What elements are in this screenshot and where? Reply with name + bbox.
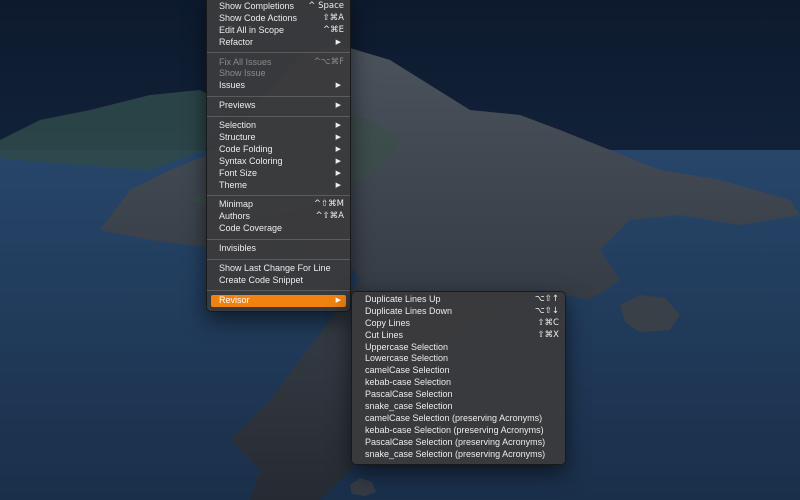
menu-item-code-folding[interactable]: Code Folding ▶ [207,144,350,156]
menu-item-label: snake_case Selection [365,401,453,412]
submenu-arrow-icon: ▶ [335,121,341,130]
menu-item-label: Font Size [219,167,258,178]
submenu-arrow-icon: ▶ [335,37,341,46]
submenu-arrow-icon: ▶ [335,156,341,165]
menu-separator [207,52,350,54]
menu-item-label: Theme [219,179,248,190]
submenu-arrow-icon: ▶ [335,81,341,90]
submenu-item-lowercase-selection[interactable]: Lowercase Selection [352,353,565,365]
menu-separator [207,258,350,260]
menu-item-label: Issues [219,80,246,91]
submenu-item-pascalcase-selection[interactable]: PascalCase Selection [352,389,565,401]
menu-item-label: Cut Lines [365,329,404,340]
menu-item-label: camelCase Selection [365,365,450,376]
menu-item-label: Code Folding [219,143,273,154]
menu-item-label: Revisor [219,294,250,305]
menu-item-selection[interactable]: Selection ▶ [207,120,350,132]
menu-item-authors[interactable]: Authors ^⇧⌘A [207,211,350,223]
menu-item-label: camelCase Selection (preserving Acronyms… [365,412,543,423]
menu-separator [207,95,350,97]
menu-item-label: Fix All Issues [219,56,272,67]
menu-item-label: Copy Lines [365,317,411,328]
menu-item-label: Refactor [219,36,254,47]
submenu-item-duplicate-lines-up[interactable]: Duplicate Lines Up ⌥⇧↑ [352,294,565,306]
menu-item-invisibles[interactable]: Invisibles [207,243,350,255]
menu-item-label: Authors [219,211,251,222]
revisor-submenu: Duplicate Lines Up ⌥⇧↑ Duplicate Lines Dow… [351,291,566,466]
keyboard-shortcut: ⌥⇧↓ [534,305,559,316]
menu-item-label: Previews [219,100,256,111]
menu-item-font-size[interactable]: Font Size ▶ [207,168,350,180]
menu-item-label: kebab-case Selection [365,377,452,388]
menu-separator [207,238,350,240]
menu-item-label: snake_case Selection (preserving Acronym… [365,448,546,459]
menu-separator [207,194,350,196]
menu-item-revisor[interactable]: Revisor ▶ [211,294,346,307]
menu-item-label: Uppercase Selection [365,341,449,352]
submenu-arrow-icon: ▶ [335,168,341,177]
editor-context-menu: Show Completions ^ Space Show Code Actions… [206,0,351,312]
keyboard-shortcut: ^⇧⌘A [315,211,344,222]
submenu-item-kebab-case-selection-preserving-acronyms[interactable]: kebab-case Selection (preserving Acronym… [352,425,565,437]
menu-item-show-completions[interactable]: Show Completions ^ Space [207,1,350,13]
menu-item-label: Structure [219,132,256,143]
keyboard-shortcut: ⇧⌘A [322,12,344,23]
keyboard-shortcut: ^⌥⌘F [313,56,344,67]
menu-item-label: PascalCase Selection [365,389,453,400]
menu-item-label: Lowercase Selection [365,353,449,364]
keyboard-shortcut: ⌥⇧↑ [534,294,559,304]
menu-item-create-code-snippet[interactable]: Create Code Snippet [207,275,350,287]
submenu-item-camelcase-selection[interactable]: camelCase Selection [352,365,565,377]
menu-item-label: Duplicate Lines Up [365,294,441,304]
menu-item-show-code-actions[interactable]: Show Code Actions ⇧⌘A [207,13,350,25]
submenu-item-pascalcase-selection-preserving-acronyms[interactable]: PascalCase Selection (preserving Acronym… [352,437,565,449]
submenu-item-snake-case-selection-preserving-acronyms[interactable]: snake_case Selection (preserving Acronym… [352,449,565,461]
menu-item-code-coverage[interactable]: Code Coverage [207,223,350,235]
keyboard-shortcut: ^⌘E [323,24,344,35]
menu-item-label: Syntax Coloring [219,155,283,166]
menu-item-label: Show Completions [219,1,295,11]
menu-item-label: Code Coverage [219,223,283,234]
menu-item-previews[interactable]: Previews ▶ [207,100,350,112]
keyboard-shortcut: ^⇧⌘M [313,199,344,210]
menu-item-label: Invisibles [219,243,257,254]
submenu-item-snake-case-selection[interactable]: snake_case Selection [352,401,565,413]
keyboard-shortcut: ^ Space [308,1,344,11]
submenu-arrow-icon: ▶ [335,133,341,142]
menu-item-structure[interactable]: Structure ▶ [207,132,350,144]
menu-item-label: Selection [219,120,257,131]
menu-item-label: Minimap [219,199,254,210]
menu-item-label: Duplicate Lines Down [365,305,453,316]
submenu-item-camelcase-selection-preserving-acronyms[interactable]: camelCase Selection (preserving Acronyms… [352,413,565,425]
submenu-arrow-icon: ▶ [335,101,341,110]
menu-item-label: Show Issue [219,68,266,79]
submenu-item-uppercase-selection[interactable]: Uppercase Selection [352,342,565,354]
menu-item-syntax-coloring[interactable]: Syntax Coloring ▶ [207,156,350,168]
menu-item-refactor[interactable]: Refactor ▶ [207,37,350,49]
menu-item-theme[interactable]: Theme ▶ [207,180,350,192]
keyboard-shortcut: ⇧⌘X [537,329,559,340]
submenu-arrow-icon: ▶ [335,144,341,153]
menu-item-minimap[interactable]: Minimap ^⇧⌘M [207,199,350,211]
menu-item-show-issue: Show Issue [207,68,350,80]
submenu-item-copy-lines[interactable]: Copy Lines ⇧⌘C [352,318,565,330]
menu-item-fix-all-issues: Fix All Issues ^⌥⌘F [207,57,350,69]
submenu-item-cut-lines[interactable]: Cut Lines ⇧⌘X [352,330,565,342]
menu-item-show-last-change-for-line[interactable]: Show Last Change For Line [207,263,350,275]
menu-separator [207,290,350,292]
menu-item-label: Show Last Change For Line [219,263,331,274]
menu-item-label: PascalCase Selection (preserving Acronym… [365,436,546,447]
menu-item-label: Show Code Actions [219,12,298,23]
keyboard-shortcut: ⇧⌘C [537,317,559,328]
submenu-arrow-icon: ▶ [335,180,341,189]
submenu-item-kebab-case-selection[interactable]: kebab-case Selection [352,377,565,389]
menu-item-issues[interactable]: Issues ▶ [207,80,350,92]
submenu-item-duplicate-lines-down[interactable]: Duplicate Lines Down ⌥⇧↓ [352,306,565,318]
menu-item-label: Edit All in Scope [219,24,285,35]
menu-item-edit-all-in-scope[interactable]: Edit All in Scope ^⌘E [207,25,350,37]
menu-item-label: Create Code Snippet [219,274,304,285]
menu-separator [207,115,350,117]
submenu-arrow-icon: ▶ [335,295,341,304]
menu-item-label: kebab-case Selection (preserving Acronym… [365,424,544,435]
